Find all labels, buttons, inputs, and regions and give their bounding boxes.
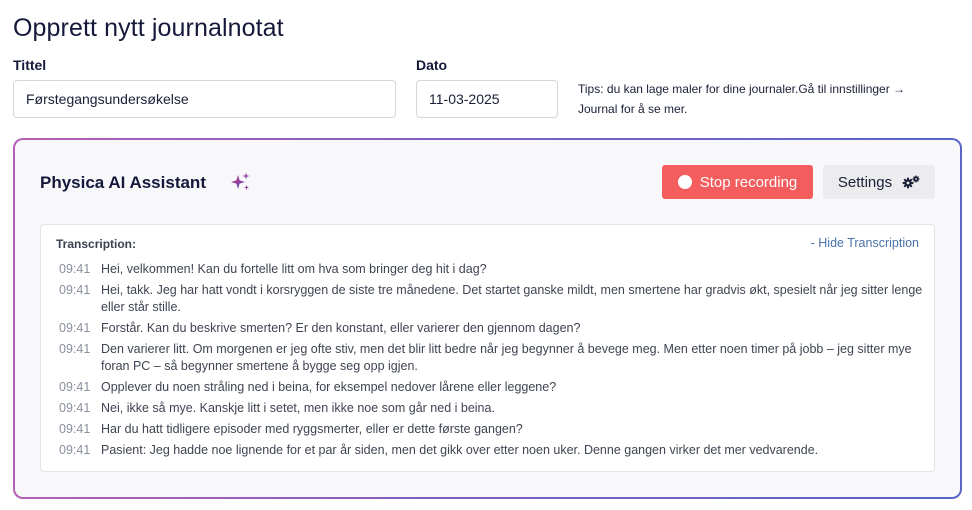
transcript-text: Pasient: Jeg hadde noe lignende for et p…	[101, 443, 819, 457]
transcript-line: 09:41 Hei, velkommen! Kan du fortelle lit…	[59, 261, 924, 278]
timestamp: 09:41	[59, 380, 91, 394]
transcript-line: 09:41 Har du hatt tidligere episoder med …	[59, 421, 924, 438]
timestamp: 09:41	[59, 342, 91, 356]
settings-label: Settings	[837, 173, 893, 191]
transcription-label: Transcription:	[56, 237, 137, 251]
hide-transcription-link[interactable]: - Hide Transcription	[811, 236, 919, 250]
transcript-line: 09:41 Hei, takk. Jeg har hatt vondt i kor…	[59, 282, 924, 316]
stop-recording-button[interactable]: Stop recording	[662, 165, 813, 199]
assistant-panel: Physica AI Assistant Stop recording Sett…	[13, 138, 962, 499]
title-input[interactable]	[13, 80, 396, 118]
transcript-line: 09:41 Nei, ikke så mye. Kanskje litt i se…	[59, 400, 924, 417]
transcript-text: Opplever du noen stråling ned i beina, f…	[101, 380, 557, 394]
timestamp: 09:41	[59, 283, 91, 297]
settings-button[interactable]: Settings	[823, 165, 935, 199]
assistant-title: Physica AI Assistant	[40, 173, 206, 192]
transcript-line: 09:41 Den varierer litt. Om morgenen er j…	[59, 341, 924, 375]
date-label: Dato	[416, 57, 448, 73]
timestamp: 09:41	[59, 443, 91, 457]
transcript-text: Den varierer litt. Om morgenen er jeg of…	[101, 342, 912, 373]
page-title: Opprett nytt journalnotat	[13, 14, 284, 42]
transcript-line: 09:41 Opplever du noen stråling ned i bei…	[59, 379, 924, 396]
transcript-line: 09:41 Forstår. Kan du beskrive smerten? E…	[59, 320, 924, 337]
timestamp: 09:41	[59, 422, 91, 436]
transcript-text: Nei, ikke så mye. Kanskje litt i setet, …	[101, 401, 495, 415]
timestamp: 09:41	[59, 401, 91, 415]
transcript-text: Har du hatt tidligere episoder med ryggs…	[101, 422, 523, 436]
timestamp: 09:41	[59, 262, 91, 276]
transcript-text: Hei, takk. Jeg har hatt vondt i korsrygg…	[101, 283, 923, 314]
record-dot-icon	[677, 175, 692, 189]
date-input[interactable]	[416, 80, 558, 118]
transcription-box: Transcription: - Hide Transcription 09:4…	[40, 224, 935, 472]
transcript-text: Hei, velkommen! Kan du fortelle litt om …	[101, 262, 487, 276]
gears-icon	[902, 175, 920, 189]
stop-recording-label: Stop recording	[699, 173, 798, 191]
timestamp: 09:41	[59, 321, 91, 335]
title-label: Tittel	[13, 57, 47, 73]
transcription-lines: 09:41 Hei, velkommen! Kan du fortelle lit…	[59, 261, 924, 463]
transcript-line: 09:41 Pasient: Jeg hadde noe lignende for…	[59, 442, 924, 459]
tips-text: Tips: du kan lage maler for dine journal…	[578, 82, 906, 116]
transcript-text: Forstår. Kan du beskrive smerten? Er den…	[101, 321, 581, 335]
sparkles-icon	[231, 172, 250, 190]
